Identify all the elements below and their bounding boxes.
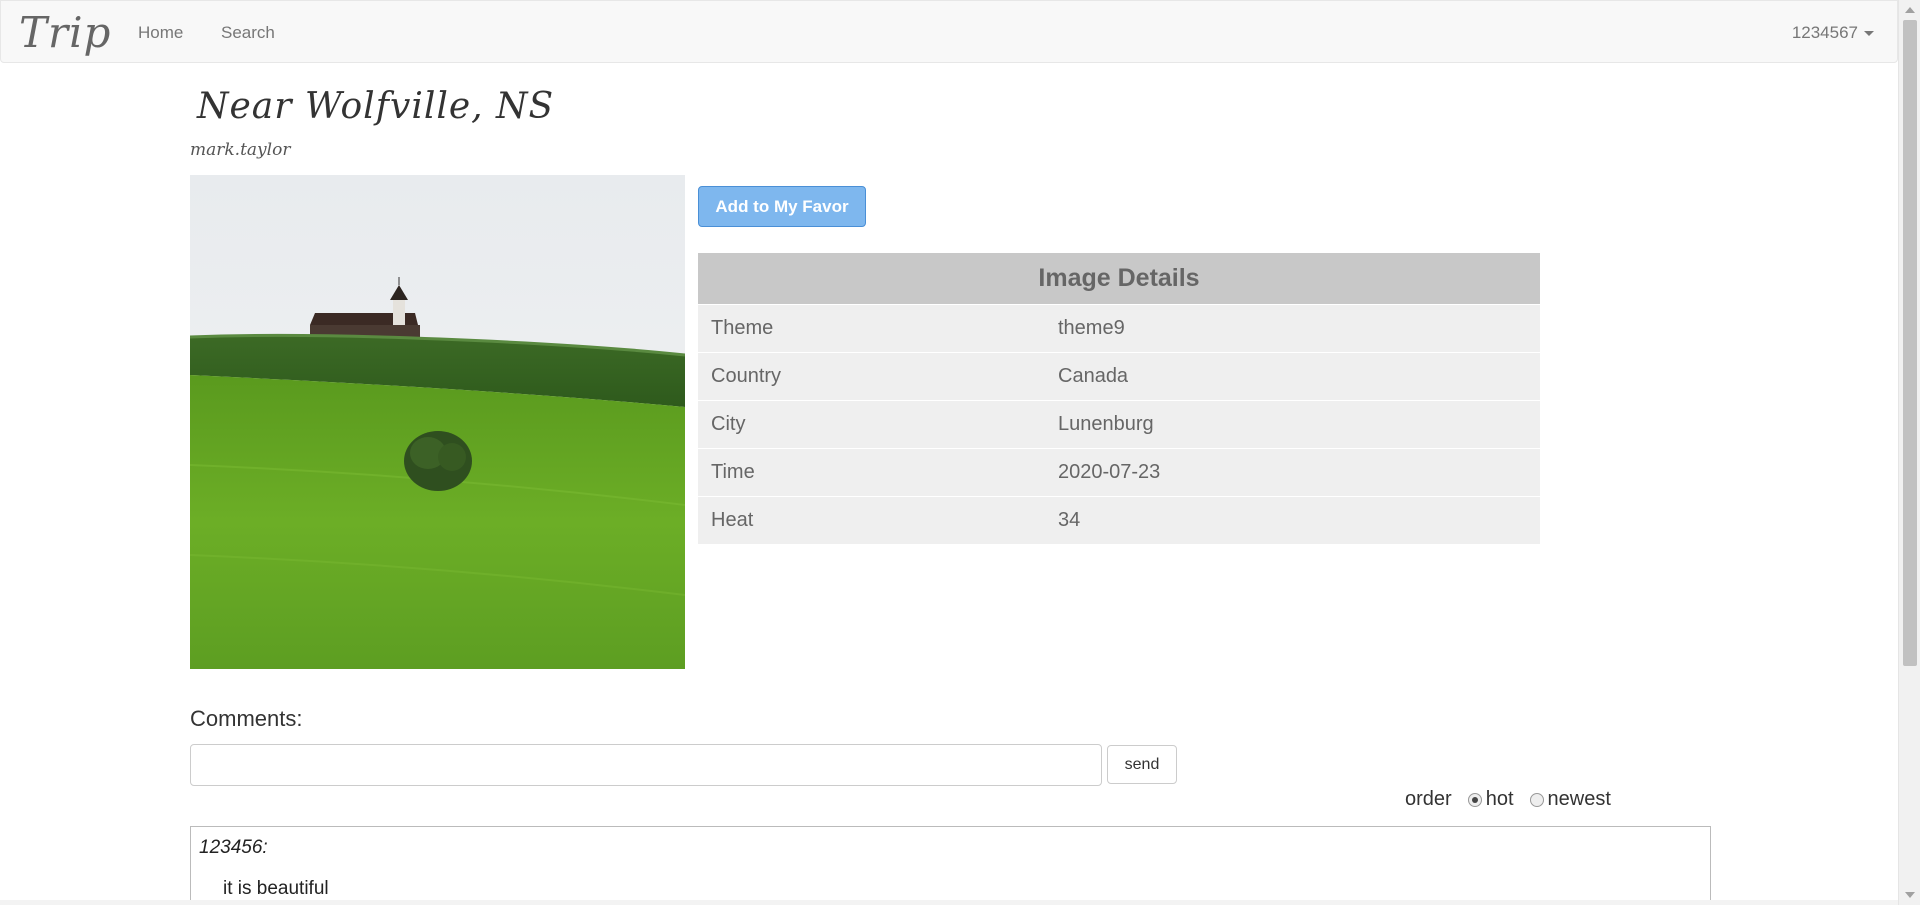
- details-value: Canada: [1058, 365, 1129, 387]
- photo-image: [190, 175, 685, 669]
- user-menu-dropdown[interactable]: 1234567: [1792, 23, 1874, 43]
- comment-text: it is beautiful: [223, 878, 329, 899]
- details-row: Time 2020-07-23: [698, 448, 1540, 496]
- scroll-down-arrow-icon[interactable]: [1905, 892, 1915, 898]
- nav-home-link[interactable]: Home: [138, 23, 183, 43]
- horizontal-scroll-strip: [0, 900, 1898, 905]
- send-button[interactable]: send: [1107, 745, 1177, 784]
- order-option-label: hot: [1485, 788, 1514, 810]
- details-row: Heat 34: [698, 496, 1540, 544]
- vertical-scrollbar[interactable]: [1898, 0, 1920, 905]
- caret-down-icon: [1864, 31, 1874, 37]
- scrollbar-thumb[interactable]: [1903, 20, 1917, 666]
- radio-checked-icon[interactable]: [1467, 792, 1482, 807]
- photo-author: mark.taylor: [190, 140, 291, 160]
- details-value: 34: [1058, 509, 1081, 531]
- details-row: City Lunenburg: [698, 400, 1540, 448]
- details-row: Theme theme9: [698, 304, 1540, 352]
- comment-user: 123456:: [199, 837, 268, 858]
- add-to-favor-button[interactable]: Add to My Favor: [698, 186, 866, 227]
- order-label: order: [1405, 788, 1452, 810]
- order-option-label: newest: [1547, 788, 1611, 810]
- comment-input[interactable]: [190, 744, 1102, 786]
- page-title: Near Wolfville, NS: [197, 86, 555, 127]
- navbar: Trip Home Search 1234567: [0, 0, 1898, 63]
- order-selector: order hot newest: [1405, 788, 1627, 811]
- image-details-table: Image Details Theme theme9 Country Canad…: [698, 253, 1540, 544]
- details-key: Country: [711, 365, 782, 387]
- details-value: theme9: [1058, 317, 1125, 339]
- order-option-hot[interactable]: hot: [1467, 788, 1514, 811]
- details-row: Country Canada: [698, 352, 1540, 400]
- user-menu-label: 1234567: [1791, 23, 1858, 42]
- details-key: Time: [711, 461, 755, 483]
- image-details-heading: Image Details: [698, 253, 1540, 304]
- details-key: Theme: [711, 317, 774, 339]
- comment-item: 123456: it is beautiful: [190, 826, 1711, 905]
- details-key: Heat: [711, 509, 754, 531]
- brand-logo[interactable]: Trip: [19, 9, 111, 57]
- details-value: Lunenburg: [1058, 413, 1154, 435]
- details-key: City: [711, 413, 746, 435]
- order-option-newest[interactable]: newest: [1529, 788, 1611, 811]
- comments-label: Comments:: [190, 706, 303, 731]
- details-value: 2020-07-23: [1058, 461, 1161, 483]
- page: Trip Home Search 1234567 Near Wolfville,…: [0, 0, 1898, 905]
- scroll-up-arrow-icon[interactable]: [1905, 7, 1915, 13]
- radio-unchecked-icon[interactable]: [1529, 792, 1544, 807]
- nav-search-link[interactable]: Search: [221, 23, 275, 43]
